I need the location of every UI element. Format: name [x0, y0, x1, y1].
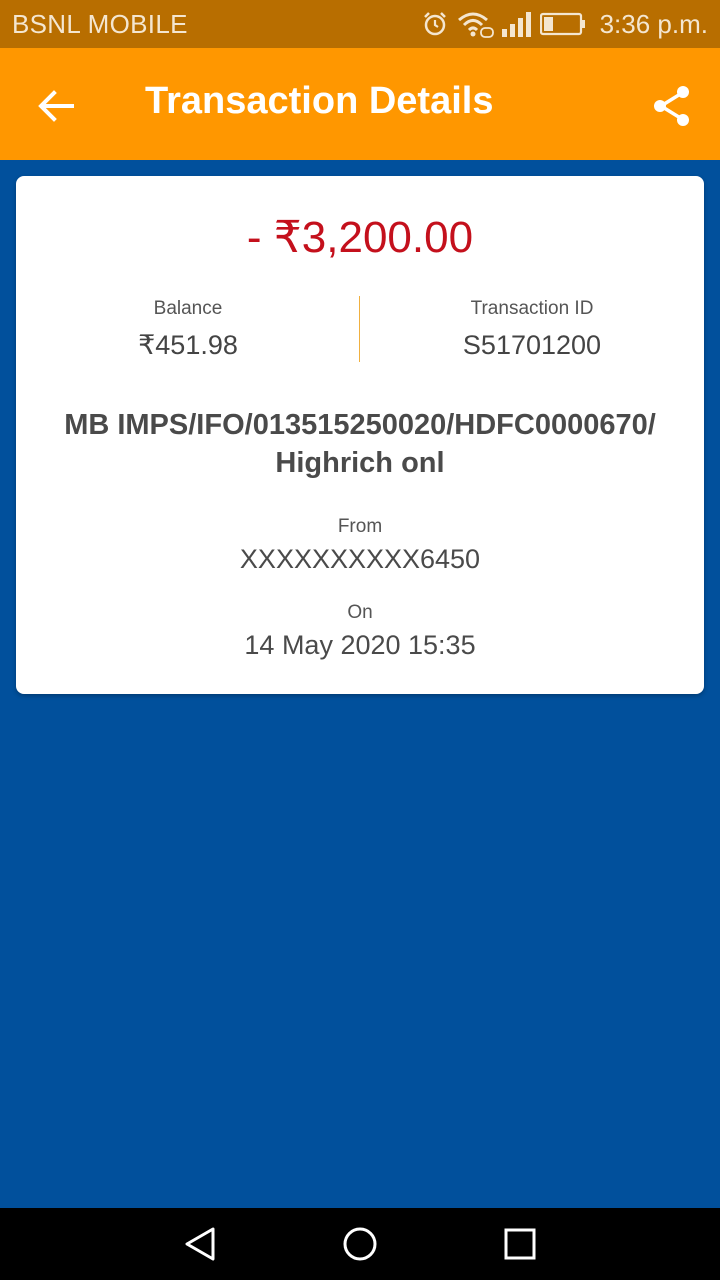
from-label: From	[337, 516, 383, 537]
nav-back-button[interactable]	[182, 1226, 218, 1262]
wifi-icon	[456, 10, 494, 38]
back-button[interactable]	[34, 84, 78, 128]
arrow-left-icon	[38, 90, 74, 122]
on-label: On	[347, 602, 373, 623]
transaction-id-label: Transaction ID	[470, 298, 594, 319]
recents-square-icon	[504, 1228, 536, 1260]
carrier-name: BSNL MOBILE	[12, 8, 188, 39]
nav-home-button[interactable]	[342, 1226, 378, 1262]
transaction-id-block: Transaction ID S51701200	[360, 298, 704, 361]
share-icon	[654, 86, 689, 126]
system-nav-bar	[0, 1208, 720, 1280]
transaction-datetime: 14 May 2020 15:35	[244, 630, 476, 660]
home-circle-icon	[343, 1227, 377, 1261]
status-bar: BSNL MOBILE 3:36 p.m.	[0, 0, 720, 48]
status-time: 3:36 p.m.	[599, 8, 708, 39]
nav-recents-button[interactable]	[502, 1226, 538, 1262]
page-title: Transaction Details	[145, 80, 494, 122]
transaction-card: - ₹3,200.00 Balance ₹451.98 Transaction …	[16, 176, 704, 694]
battery-icon	[539, 12, 586, 36]
back-triangle-icon	[185, 1227, 215, 1261]
share-button[interactable]	[650, 84, 694, 128]
status-icons: 3:36 p.m.	[422, 9, 708, 40]
balance-value: ₹451.98	[138, 330, 238, 360]
app-bar: Transaction Details	[0, 48, 720, 160]
balance-block: Balance ₹451.98	[16, 298, 360, 361]
transaction-id-value: S51701200	[462, 330, 602, 360]
transaction-description: MB IMPS/IFO/013515250020/HDFC0000670/ Hi…	[64, 409, 656, 479]
from-account: XXXXXXXXXX6450	[239, 544, 481, 574]
transaction-amount: - ₹3,200.00	[246, 213, 474, 262]
balance-label: Balance	[153, 298, 223, 319]
alarm-icon	[422, 11, 448, 37]
signal-icon	[501, 11, 532, 37]
